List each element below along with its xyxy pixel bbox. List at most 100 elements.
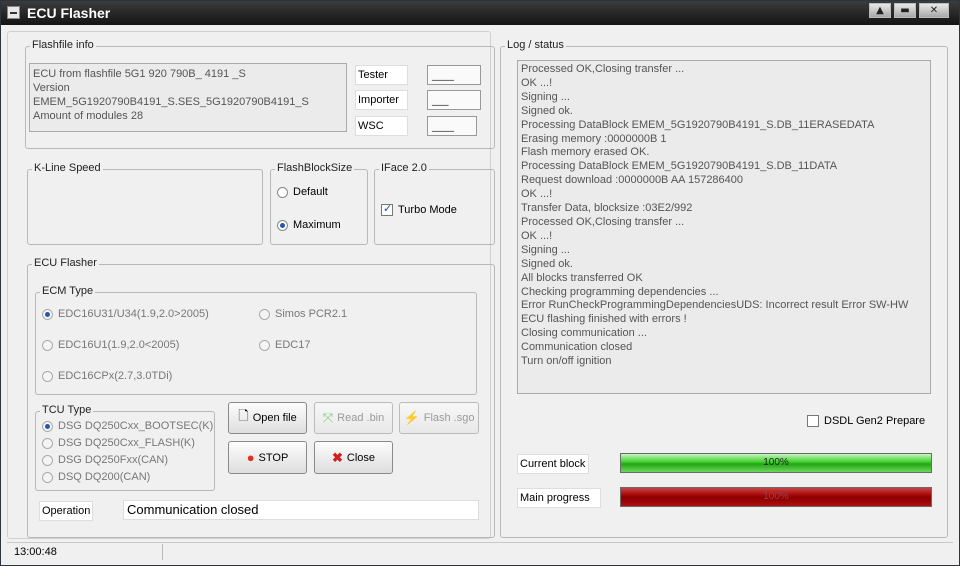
tcu-bootsec-label: DSG DQ250Cxx_BOOTSEC(K) <box>58 420 214 432</box>
ecm-edc16cpx-radio[interactable]: EDC16CPx(2.7,3.0TDi) <box>42 370 172 382</box>
importer-label: Importer <box>355 90 408 110</box>
close-window-button[interactable]: ✕ <box>919 3 949 18</box>
red-x-icon: ✖ <box>331 449 343 465</box>
radio-icon <box>42 339 53 351</box>
radio-icon <box>259 308 270 320</box>
read-bin-button[interactable]: ⤧ Read .bin <box>314 402 393 434</box>
window-title: ECU Flasher <box>27 5 111 21</box>
turbo-mode-label: Turbo Mode <box>398 204 457 216</box>
radio-icon <box>277 186 288 198</box>
log-line: Signed ok. <box>521 104 573 117</box>
tcu-flash-radio[interactable]: DSG DQ250Cxx_FLASH(K) <box>42 437 195 449</box>
current-block-percent: 100% <box>763 457 789 468</box>
log-line: OK ...! <box>521 229 553 242</box>
close-label: Close <box>346 451 376 464</box>
tcu-dq250fxx-label: DSG DQ250Fxx(CAN) <box>58 454 169 466</box>
close-button[interactable]: ✖ Close <box>314 441 393 474</box>
stop-label: STOP <box>258 451 289 464</box>
kline-speed-legend: K-Line Speed <box>32 162 103 174</box>
radio-selected-icon <box>42 308 53 320</box>
read-bin-label: Read .bin <box>337 412 385 424</box>
log-line: Processed OK,Closing transfer ... <box>521 63 685 75</box>
log-line: Error RunCheckProgrammingDependenciesUDS… <box>521 299 909 312</box>
tester-label: Tester <box>355 65 408 85</box>
main-progress-label: Main progress <box>517 488 601 508</box>
log-line: Signing ... <box>521 243 570 256</box>
log-line: Signed ok. <box>521 257 573 270</box>
ecm-simos-label: Simos PCR2.1 <box>275 308 348 320</box>
flash-sgo-button[interactable]: ⚡ Flash .sgo <box>399 402 479 434</box>
ecm-edc17-label: EDC17 <box>275 339 311 351</box>
open-file-button[interactable]: 🗋 Open file <box>228 402 307 434</box>
log-line: OK ...! <box>521 188 553 201</box>
document-icon: 🗋 <box>238 408 249 423</box>
flashblocksize-group: FlashBlockSize <box>270 162 368 245</box>
radio-selected-icon <box>42 420 53 432</box>
tcu-type-legend: TCU Type <box>40 404 94 416</box>
wsc-label: WSC <box>355 116 408 136</box>
log-line: Checking programming dependencies ... <box>521 285 719 298</box>
log-line: ECU flashing finished with errors ! <box>521 313 687 326</box>
ecm-edc16u31-radio[interactable]: EDC16U31/U34(1.9,2.0>2005) <box>42 308 209 320</box>
radio-icon <box>42 437 53 449</box>
log-line: Processing DataBlock EMEM_5G1920790B4191… <box>521 118 875 131</box>
blocksize-default-label: Default <box>293 186 328 198</box>
wsc-value: ____ <box>427 116 477 136</box>
log-line: Flash memory erased OK. <box>521 146 650 159</box>
stop-circle-icon: ● <box>246 450 255 465</box>
log-line: Closing communication ... <box>521 327 647 340</box>
flashfile-version-line: Version EMEM_5G1920790B4191_S.SES_5G1920… <box>33 82 309 108</box>
ecm-edc16u1-radio[interactable]: EDC16U1(1.9,2.0<2005) <box>42 339 179 351</box>
ecm-edc16cpx-label: EDC16CPx(2.7,3.0TDi) <box>58 370 173 382</box>
flashblocksize-legend: FlashBlockSize <box>275 162 355 174</box>
radio-icon <box>42 471 53 483</box>
ecm-edc16u31-label: EDC16U31/U34(1.9,2.0>2005) <box>58 308 209 320</box>
operation-label: Operation <box>39 501 93 521</box>
radio-selected-icon <box>277 219 288 231</box>
ecm-edc16u1-label: EDC16U1(1.9,2.0<2005) <box>58 339 180 351</box>
tcu-flash-label: DSG DQ250Cxx_FLASH(K) <box>58 437 195 449</box>
blocksize-maximum-radio[interactable]: Maximum <box>277 219 341 231</box>
checkbox-checked-icon <box>381 202 393 216</box>
log-line: Erasing memory :0000000B 1 <box>521 132 667 145</box>
blocksize-default-radio[interactable]: Default <box>277 186 328 198</box>
ecm-simos-radio[interactable]: Simos PCR2.1 <box>259 308 347 320</box>
tcu-bootsec-radio[interactable]: DSG DQ250Cxx_BOOTSEC(K) <box>42 420 213 432</box>
operation-value: Communication closed <box>123 500 479 520</box>
maximize-button[interactable]: ▬ <box>894 3 916 18</box>
log-line: Signing ... <box>521 90 570 103</box>
radio-icon <box>42 370 53 382</box>
log-line: Processing DataBlock EMEM_5G1920790B4191… <box>521 160 838 173</box>
tcu-dq200-radio[interactable]: DSQ DQ200(CAN) <box>42 471 150 483</box>
log-line: Turn on/off ignition <box>521 355 612 368</box>
log-line: Processed OK,Closing transfer ... <box>521 215 685 228</box>
turbo-mode-checkbox[interactable]: Turbo Mode <box>381 202 457 216</box>
ecu-flasher-legend: ECU Flasher <box>32 257 99 269</box>
stop-button[interactable]: ● STOP <box>228 441 307 474</box>
log-status-legend: Log / status <box>505 39 566 51</box>
status-bar: 13:00:48 <box>7 542 953 560</box>
window-menu-icon[interactable] <box>7 6 20 19</box>
flash-sgo-label: Flash .sgo <box>423 412 475 424</box>
open-file-label: Open file <box>252 412 297 424</box>
log-line: Request download :0000000B AA 157286400 <box>521 174 744 187</box>
minimize-button[interactable]: ▲ <box>869 3 891 18</box>
title-bar[interactable]: ECU Flasher ▲ ▬ ✕ <box>1 1 959 25</box>
log-line: Transfer Data, blocksize :03E2/992 <box>521 202 693 215</box>
iface-legend: IFace 2.0 <box>379 162 429 174</box>
tcu-dq250fxx-radio[interactable]: DSG DQ250Fxx(CAN) <box>42 454 168 466</box>
radio-icon <box>42 454 53 466</box>
blocksize-maximum-label: Maximum <box>293 219 341 231</box>
tcu-dq200-label: DSQ DQ200(CAN) <box>58 471 151 483</box>
log-line: OK ...! <box>521 76 553 89</box>
ecm-edc17-radio[interactable]: EDC17 <box>259 339 310 351</box>
log-line: Communication closed <box>521 341 633 354</box>
radio-icon <box>259 339 270 351</box>
kline-speed-group: K-Line Speed <box>27 162 263 245</box>
current-block-progress: 100% <box>620 453 932 473</box>
ecu-flasher-window: ECU Flasher ▲ ▬ ✕ Flashfile info ECU fro… <box>0 0 960 566</box>
dsdl-gen2-checkbox[interactable]: DSDL Gen2 Prepare <box>807 415 925 427</box>
log-textarea[interactable]: Processed OK,Closing transfer ... OK ...!… <box>517 60 931 394</box>
lightning-icon: ⚡ <box>403 410 420 425</box>
status-time: 13:00:48 <box>9 544 163 560</box>
